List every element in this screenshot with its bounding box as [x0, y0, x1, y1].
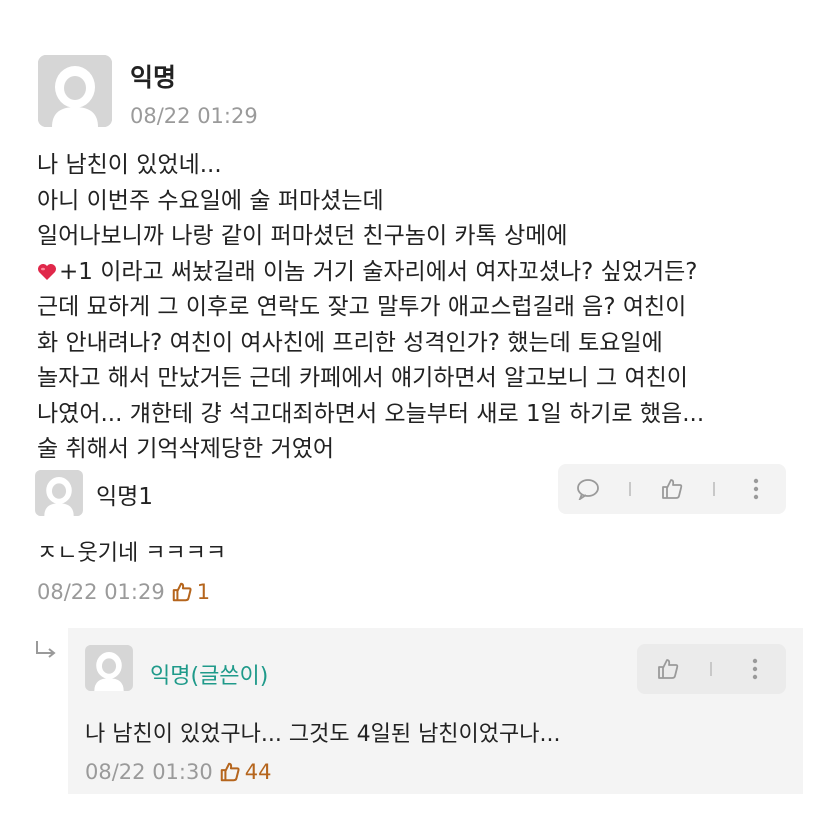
person-avatar-icon	[85, 645, 133, 691]
reply-author-name[interactable]: 익명(글쓴이)	[150, 658, 268, 690]
comment-action-bar	[558, 464, 786, 514]
post-author-name[interactable]: 익명	[130, 58, 176, 94]
post-line: 아니 이번주 수요일에 술 퍼마셨는데	[37, 187, 384, 214]
person-avatar-icon	[38, 55, 112, 127]
more-options-button[interactable]	[736, 469, 776, 509]
reply-timestamp: 08/22 01:30	[85, 760, 213, 784]
post-line: 나였어... 걔한테 걍 석고대죄하면서 오늘부터 새로 1일 하기로 했음..…	[37, 400, 705, 427]
comment-timestamp: 08/22 01:29	[37, 580, 165, 604]
like-count: 1	[196, 580, 211, 604]
thumbs-up-icon	[220, 762, 240, 782]
divider	[629, 482, 632, 496]
post-author-avatar	[38, 55, 112, 127]
post-line: 술 취해서 기억삭제당한 거였어	[37, 436, 335, 462]
thumbs-up-icon	[662, 479, 683, 499]
post-line: +1 이라고 써놨길래 이놈 거기 술자리에서 여자꼬셨나? 싶었거든?	[59, 258, 698, 285]
divider	[710, 662, 713, 676]
like-count: 44	[244, 760, 272, 784]
post-line: 놀자고 해서 만났거든 근데 카페에서 얘기하면서 알고보니 그 여친이	[37, 365, 688, 391]
post-line: 화 안내려나? 여친이 여사친에 프리한 성격인가? 했는데 토요일에	[37, 329, 663, 356]
vertical-ellipsis-icon	[752, 658, 758, 680]
more-options-button[interactable]	[735, 649, 775, 689]
reply-like-count: 44	[219, 760, 272, 784]
divider	[712, 482, 715, 496]
thumbs-up-icon	[172, 582, 192, 602]
comment-like-count: 1	[171, 580, 210, 604]
comment-author-name[interactable]: 익명1	[96, 477, 153, 511]
reply-text: 나 남친이 있었구나... 그것도 4일된 남친이었구나...	[85, 722, 561, 747]
reply-author-avatar	[85, 645, 133, 691]
thumbs-up-icon	[658, 659, 679, 679]
like-comment-button[interactable]	[652, 469, 692, 509]
post-line: 일어나보니까 나랑 같이 퍼마셨던 친구놈이 카톡 상메에	[37, 223, 568, 249]
like-reply-button[interactable]	[648, 649, 688, 689]
post-line: 근데 묘하게 그 이후로 연락도 잦고 말투가 애교스럽길래 음? 여친이	[37, 294, 687, 320]
reply-action-bar	[637, 644, 786, 694]
post-line: 나 남친이 있었네...	[37, 152, 222, 178]
post-timestamp: 08/22 01:29	[130, 104, 258, 128]
red-heart-icon	[37, 257, 57, 280]
vertical-ellipsis-icon	[753, 478, 758, 500]
reply-comment-button[interactable]	[568, 469, 608, 509]
post-body: 나 남친이 있었네... 아니 이번주 수요일에 술 퍼마셨는데 일어나보니까 …	[37, 148, 817, 468]
comment-meta: 08/22 01:29 1	[37, 580, 210, 604]
reply-arrow-icon	[34, 640, 58, 666]
comment-author-avatar	[35, 470, 83, 516]
reply-meta: 08/22 01:30 44	[85, 760, 271, 784]
speech-bubble-icon	[577, 479, 600, 500]
person-avatar-icon	[35, 470, 83, 516]
comment-text: ㅈㄴ웃기네 ㅋㅋㅋㅋ	[37, 541, 227, 566]
post-line-with-heart: +1 이라고 써놨길래 이놈 거기 술자리에서 여자꼬셨나? 싶었거든?	[37, 255, 817, 291]
